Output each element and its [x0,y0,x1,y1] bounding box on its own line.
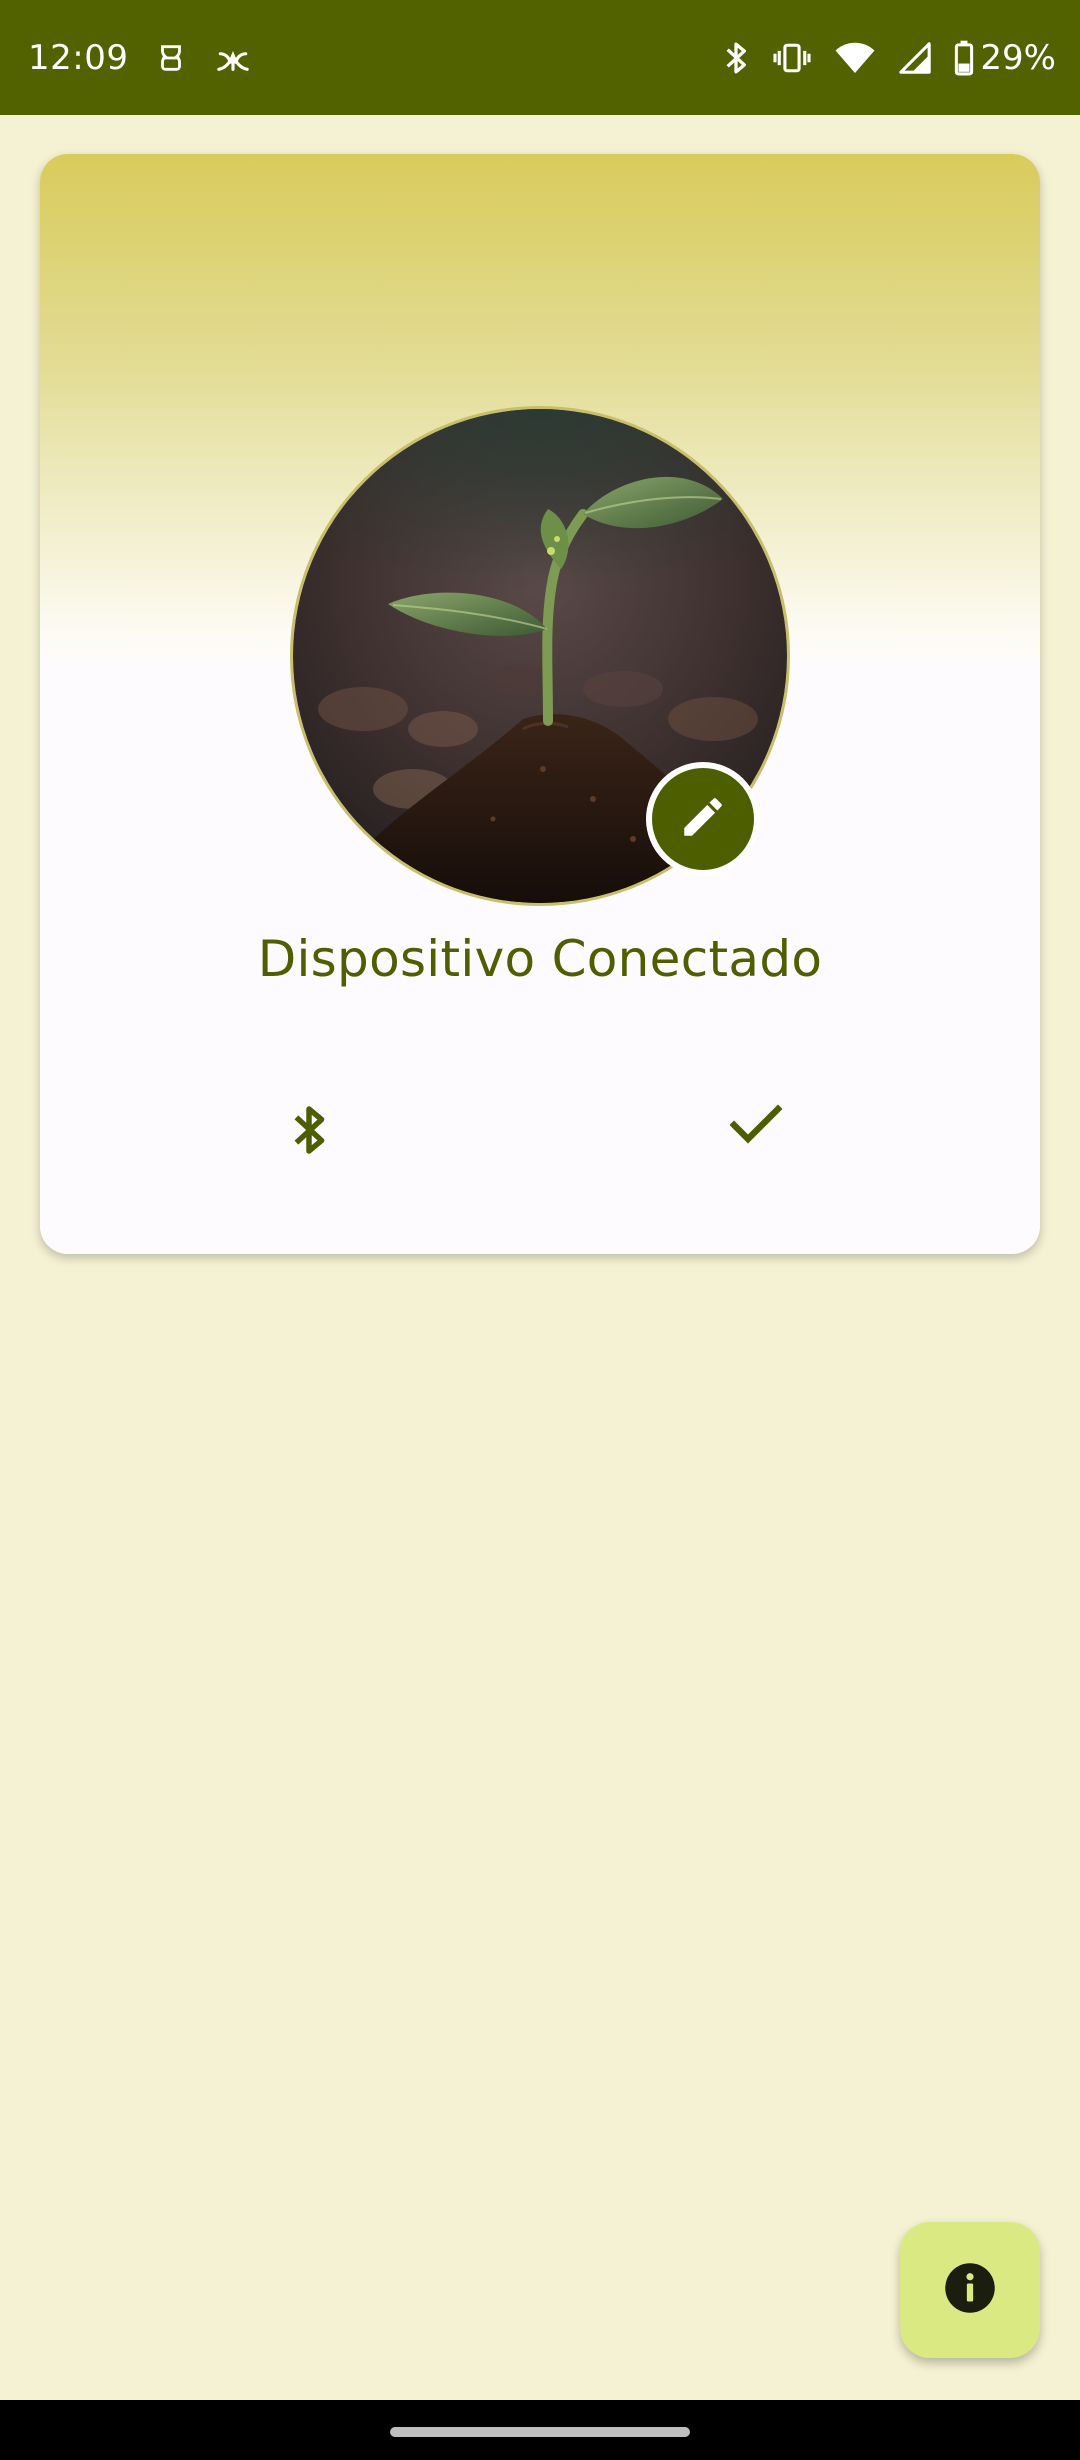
status-time: 12:09 [28,37,129,78]
device-status-title: Dispositivo Conectado [257,930,823,988]
glasses-notification-icon [154,41,188,75]
check-icon [729,1104,783,1150]
battery-icon [954,40,974,76]
pencil-icon [678,792,728,846]
vibrate-icon [772,41,812,75]
plant-notification-icon [214,41,252,75]
battery-status: 29% [954,38,1056,78]
info-fab-button[interactable] [900,2222,1040,2358]
edit-button[interactable] [646,762,760,876]
navigation-bar [0,2400,1080,2460]
home-gesture-handle[interactable] [390,2427,690,2437]
signal-icon [898,41,932,75]
status-bar: 12:09 29% [0,0,1080,115]
wifi-icon [834,41,876,75]
status-right: 29% [722,0,1056,115]
battery-percentage: 29% [980,37,1056,78]
device-card: Dispositivo Conectado [40,154,1040,1254]
device-avatar-container [290,406,790,906]
status-left: 12:09 [28,0,252,115]
info-icon [943,2261,997,2319]
bluetooth-status-icon [722,40,750,76]
bluetooth-icon [288,1102,330,1162]
